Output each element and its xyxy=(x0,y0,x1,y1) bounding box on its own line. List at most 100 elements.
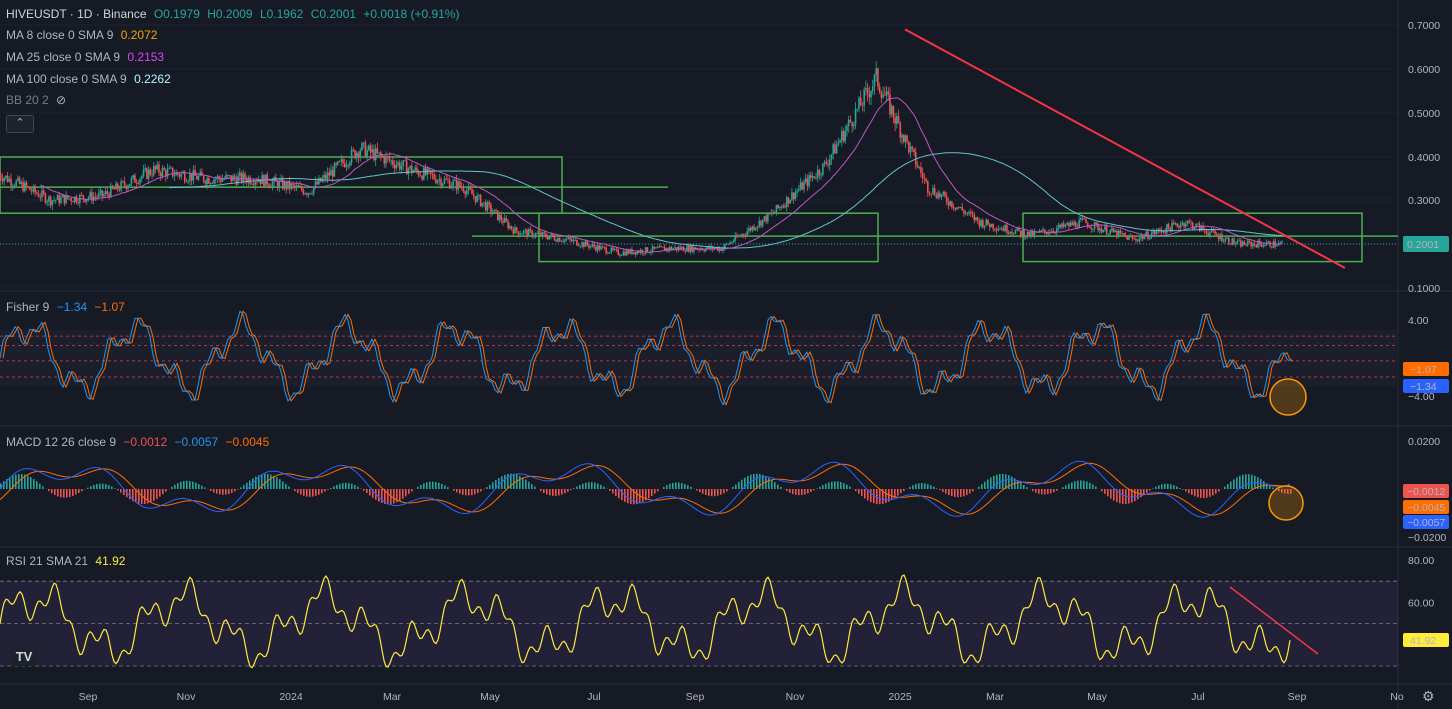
macd-hist-bar xyxy=(51,489,53,494)
symbol-title: HIVEUSDT · 1D · Binance xyxy=(6,7,147,21)
macd-hist-bar xyxy=(249,480,251,489)
candle-body xyxy=(197,175,200,180)
candle-body xyxy=(868,93,871,98)
fisher-label: Fisher 9 xyxy=(6,300,50,314)
macd-hist-bar xyxy=(231,489,233,493)
candle-body xyxy=(72,201,74,203)
candle-body xyxy=(376,148,379,153)
candle-body xyxy=(1279,242,1282,244)
candle-body xyxy=(1164,231,1166,233)
candle-body xyxy=(44,193,47,203)
tradingview-logo[interactable]: TV xyxy=(10,648,38,666)
candle-body xyxy=(398,162,401,170)
macd-hist-bar xyxy=(954,489,956,497)
rsi-legend[interactable]: RSI 21 SMA 21 41.92 xyxy=(6,553,129,569)
candle-body xyxy=(608,252,611,254)
candle-body xyxy=(395,164,398,169)
macd-hist-bar xyxy=(336,484,338,489)
candle-body xyxy=(364,142,367,158)
candle-body xyxy=(581,242,583,247)
macd-hist-bar xyxy=(618,489,620,499)
candle-body xyxy=(1179,224,1182,228)
macd-hist-bar xyxy=(303,489,305,496)
candle-body xyxy=(1123,233,1125,236)
candle-body xyxy=(1117,230,1120,237)
candle-body xyxy=(153,166,155,176)
support-zone-box xyxy=(538,212,879,263)
candle-body xyxy=(1148,237,1151,239)
candle-body xyxy=(526,229,528,237)
macd-legend[interactable]: MACD 12 26 close 9 −0.0012 −0.0057 −0.00… xyxy=(6,434,273,450)
candle-body xyxy=(870,90,872,98)
candle-body xyxy=(976,217,979,221)
price-axis-label: 0.7000 xyxy=(1408,20,1440,32)
fisher-legend[interactable]: Fisher 9 −1.34 −1.07 xyxy=(6,299,129,315)
candle-body xyxy=(122,181,124,183)
ma100-legend[interactable]: MA 100 close 0 SMA 9 0.2262 xyxy=(6,71,175,87)
bb-legend[interactable]: BB 20 2 ⊘ xyxy=(6,92,70,108)
macd-hist-bar xyxy=(318,489,320,495)
macd-hist-bar xyxy=(330,488,332,489)
candle-body xyxy=(830,154,833,160)
macd-hist-bar xyxy=(462,489,464,495)
eye-off-icon[interactable]: ⊘ xyxy=(56,93,66,107)
macd-hist-bar xyxy=(597,483,599,489)
macd-hist-bar xyxy=(150,489,152,503)
macd-hist-bar xyxy=(36,481,38,489)
price-badge-label: 0.2001 xyxy=(1407,239,1439,251)
candle-body xyxy=(11,185,14,187)
gear-icon[interactable]: ⚙ xyxy=(1422,688,1435,705)
candle-body xyxy=(1245,244,1247,246)
time-axis-label: 2024 xyxy=(279,691,303,703)
macd-hist-bar xyxy=(708,489,710,496)
macd-hist-bar xyxy=(555,489,557,496)
candle-body xyxy=(306,193,308,195)
candle-body xyxy=(839,140,841,143)
candle-body xyxy=(880,92,883,98)
candle-body xyxy=(29,187,31,191)
ohlc-low: L0.1962 xyxy=(259,7,304,21)
candle-body xyxy=(884,94,886,96)
macd-hist-bar xyxy=(1080,480,1082,489)
candle-body xyxy=(111,185,114,189)
macd-hist-bar xyxy=(732,486,734,489)
candle-body xyxy=(0,174,2,179)
candle-body xyxy=(651,246,654,252)
macd-hist-bar xyxy=(1146,489,1148,493)
candle-body xyxy=(562,241,564,242)
macd-hist-bar xyxy=(642,489,644,503)
time-axis-label: 2025 xyxy=(888,691,912,703)
candle-body xyxy=(842,131,845,142)
candle-body xyxy=(247,177,250,183)
macd-hist-bar xyxy=(573,488,575,489)
candle-body xyxy=(400,166,403,170)
highlight-circle xyxy=(1268,485,1304,521)
macd-hist-bar xyxy=(27,475,29,489)
ma25-legend[interactable]: MA 25 close 0 SMA 9 0.2153 xyxy=(6,49,168,65)
candle-body xyxy=(357,152,360,158)
macd-hist-bar xyxy=(543,489,545,493)
candle-body xyxy=(483,202,485,204)
candle-body xyxy=(1252,243,1254,247)
macd-hist-bar xyxy=(1236,477,1238,489)
chevron-up-icon[interactable]: ⌃ xyxy=(6,115,34,133)
ma8-legend[interactable]: MA 8 close 0 SMA 9 0.2072 xyxy=(6,27,161,43)
candle-body xyxy=(1100,228,1103,233)
candle-body xyxy=(94,196,97,198)
time-axis-label: May xyxy=(1087,691,1108,703)
candle-body xyxy=(318,177,320,185)
candle-body xyxy=(760,220,762,226)
macd-hist-bar xyxy=(1176,486,1178,489)
candle-body xyxy=(550,234,552,237)
candle-body xyxy=(558,237,561,242)
candle-body xyxy=(570,239,573,242)
macd-hist-bar xyxy=(1056,489,1058,491)
macd-hist-bar xyxy=(939,489,941,491)
macd-hist-bar xyxy=(294,489,296,492)
macd-hist-bar xyxy=(498,477,500,489)
candle-body xyxy=(1080,218,1082,220)
candle-body xyxy=(792,192,795,200)
chart-canvas[interactable]: 0.7000 0.6000 0.5000 0.4000 0.3000 0.1000 0.20… xyxy=(0,0,1452,709)
candle-body xyxy=(634,252,637,255)
candle-body xyxy=(300,185,303,191)
